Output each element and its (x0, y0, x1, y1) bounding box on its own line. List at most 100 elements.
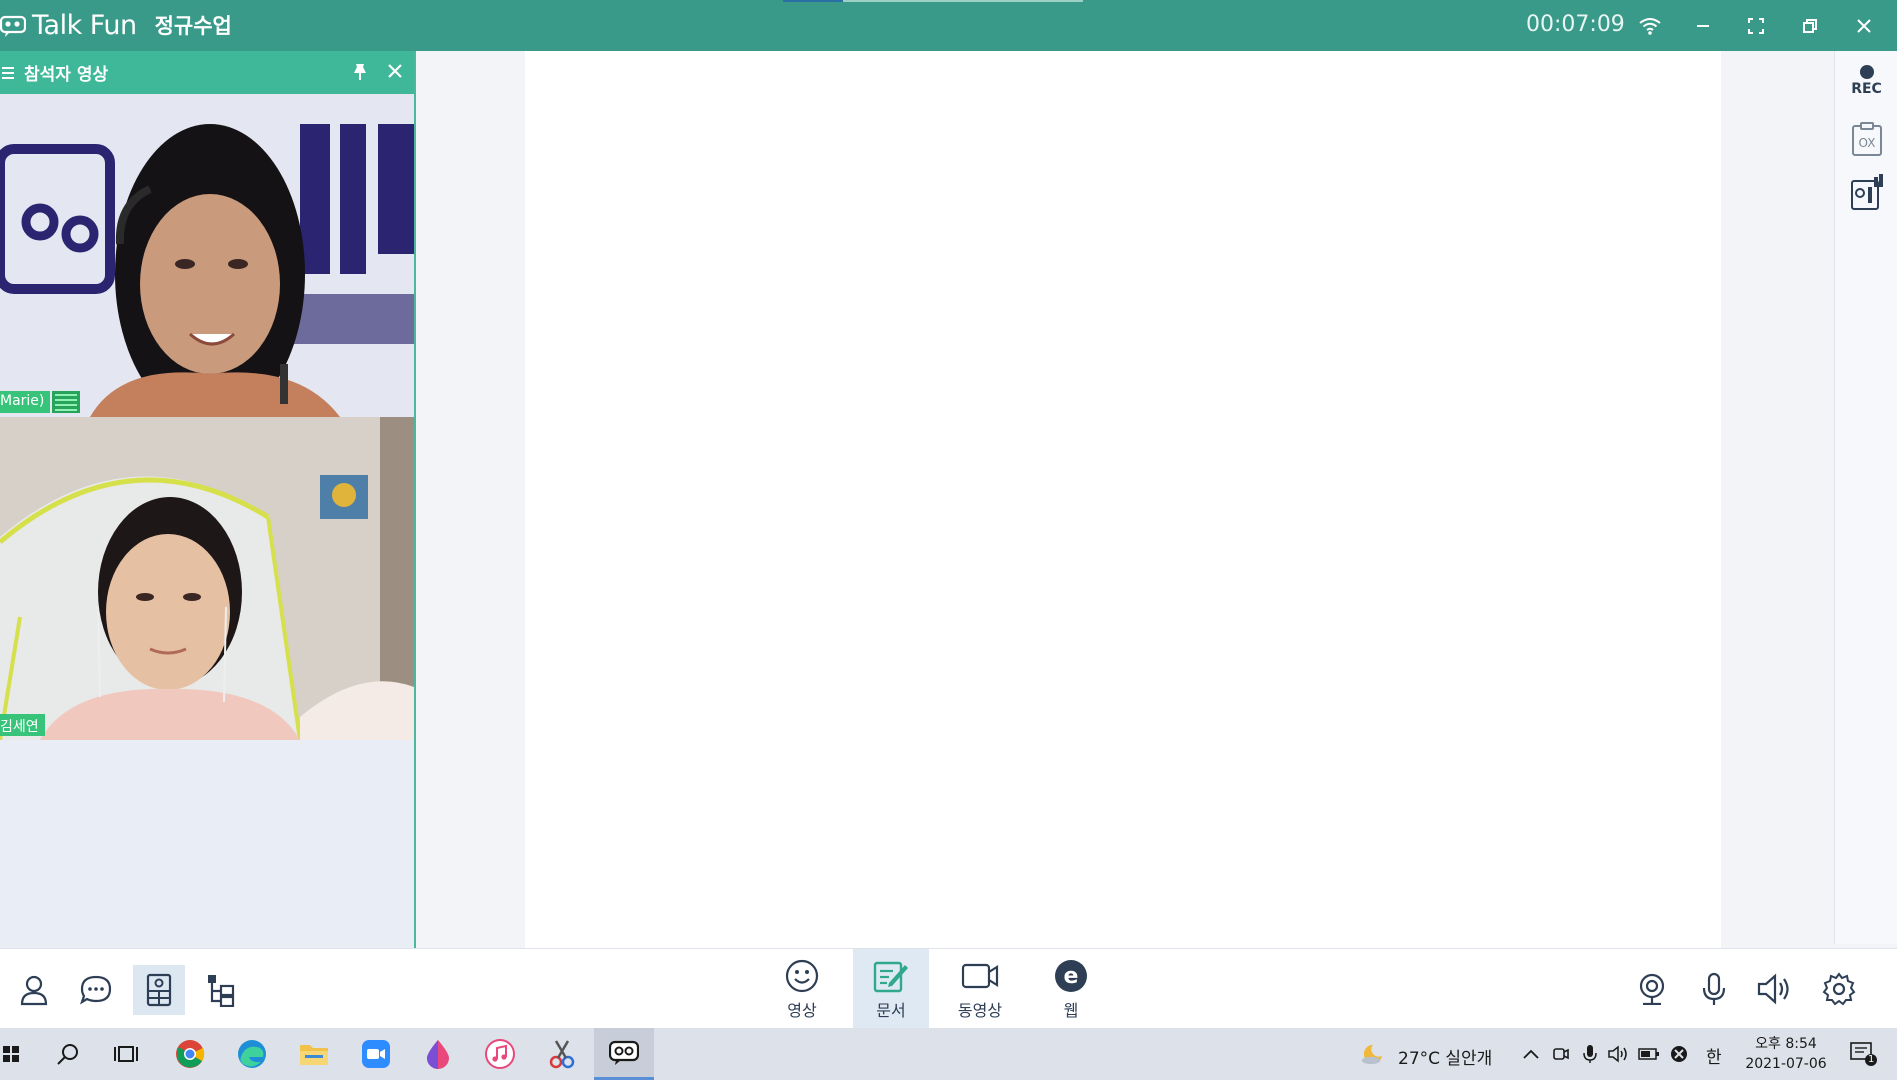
file-explorer-app[interactable] (284, 1028, 344, 1080)
document-mode-button[interactable]: 문서 (853, 949, 929, 1028)
ox-quiz-button[interactable]: OX (1835, 121, 1897, 157)
windows-taskbar: 27°C 실안개 한 오후 8:54 2021-07-06 1 (0, 1028, 1897, 1080)
smile-icon (785, 959, 819, 993)
droplet-icon (427, 1040, 449, 1069)
web-mode-label: 웹 (1063, 1001, 1079, 1020)
task-view-button[interactable] (96, 1028, 156, 1080)
speaker-icon (1757, 973, 1789, 1005)
chat-button[interactable] (70, 965, 122, 1015)
top-progress-hint (783, 0, 1083, 2)
weather-text[interactable]: 27°C 실안개 (1398, 1044, 1492, 1069)
ox-quiz-icon: OX (1851, 122, 1882, 156)
weather-moon-icon[interactable] (1360, 1042, 1384, 1066)
record-button[interactable]: REC (1835, 65, 1897, 97)
poll-chart-button[interactable] (1835, 173, 1897, 211)
teacher-video-image (0, 94, 414, 417)
chrome-app[interactable] (160, 1028, 220, 1080)
class-title: 정규수업 (154, 14, 232, 38)
panel-title: 참석자 영상 (24, 65, 109, 85)
snip-app[interactable] (532, 1028, 592, 1080)
pin-icon[interactable] (352, 63, 368, 81)
talkfun-taskbar-icon (609, 1040, 639, 1065)
edge-app[interactable] (222, 1028, 282, 1080)
minimize-button[interactable] (1690, 13, 1716, 39)
scissors-icon (549, 1040, 575, 1069)
itunes-app[interactable] (470, 1028, 530, 1080)
windows-start-icon (3, 1046, 19, 1062)
folder-icon (300, 1045, 328, 1065)
talkfun-app[interactable] (594, 1028, 654, 1080)
rec-label: REC (1851, 81, 1882, 97)
layout-button[interactable] (133, 965, 185, 1015)
movie-mode-button[interactable]: 동영상 (942, 949, 1018, 1028)
search-icon (57, 1044, 78, 1065)
volume-tray-icon[interactable] (1606, 1042, 1630, 1066)
record-icon (1859, 65, 1874, 79)
wifi-icon (1637, 13, 1663, 39)
bottom-toolbar: 영상 문서 동영상 e 웹 (0, 948, 1897, 1028)
video-camera-icon (961, 963, 999, 989)
zoom-icon (362, 1040, 390, 1068)
video-mode-label: 영상 (787, 1001, 817, 1020)
chat-icon (80, 975, 112, 1005)
tree-icon (208, 975, 235, 1007)
participant-video-2: 김세연 (0, 417, 414, 740)
whiteboard-page[interactable] (525, 51, 1721, 948)
participant-video-panel: 참석자 영상 Marie) 김세연 (0, 51, 416, 948)
document-mode-label: 문서 (876, 1001, 906, 1020)
session-timer: 00:07:09 (1526, 12, 1625, 37)
restore-button[interactable] (1797, 13, 1823, 39)
web-icon: e (1055, 960, 1087, 992)
participant-video-1: Marie) (0, 94, 414, 417)
battery-tray-icon[interactable] (1637, 1042, 1661, 1066)
brand-name: Talk Fun (32, 9, 137, 41)
movie-mode-label: 동영상 (957, 1001, 1003, 1020)
microphone-tray-icon[interactable] (1578, 1042, 1602, 1066)
network-error-tray-icon[interactable] (1667, 1042, 1691, 1066)
webcam-button[interactable] (1632, 969, 1672, 1009)
menu-icon[interactable] (0, 66, 18, 80)
document-icon (873, 961, 908, 993)
poll-chart-icon (1850, 174, 1883, 210)
right-toolbar: REC OX (1834, 51, 1897, 944)
talkfun-logo-icon (0, 15, 26, 37)
restore-icon (1803, 19, 1817, 33)
panel-header: 참석자 영상 (0, 51, 414, 94)
document-area (418, 51, 1832, 948)
fullscreen-button[interactable] (1743, 13, 1769, 39)
layout-icon (146, 973, 172, 1007)
student-video-image (0, 417, 414, 740)
ime-indicator[interactable]: 한 (1706, 1043, 1722, 1068)
music-icon (485, 1039, 515, 1069)
search-button[interactable] (38, 1028, 98, 1080)
tree-button[interactable] (196, 965, 248, 1015)
participant-name-tag: Marie) (0, 391, 51, 413)
panel-close-icon[interactable] (386, 62, 404, 80)
user-icon (20, 975, 48, 1006)
clock-date: 2021-07-06 (1745, 1056, 1827, 1072)
speaker-button[interactable] (1756, 969, 1796, 1009)
close-window-button[interactable] (1851, 13, 1877, 39)
microphone-button[interactable] (1694, 969, 1734, 1009)
drop-app[interactable] (408, 1028, 468, 1080)
app-logo: Talk Fun 정규수업 (0, 8, 232, 42)
participants-button[interactable] (8, 965, 60, 1015)
video-mode-button[interactable]: 영상 (764, 949, 840, 1028)
title-bar: Talk Fun 정규수업 00:07:09 (0, 0, 1897, 51)
svg-text:OX: OX (1858, 136, 1875, 150)
start-button[interactable] (0, 1028, 22, 1080)
webcam-icon (1639, 973, 1665, 1005)
system-clock[interactable]: 오후 8:54 2021-07-06 (1738, 1034, 1834, 1074)
settings-button[interactable] (1819, 969, 1859, 1009)
minimize-icon (1697, 25, 1709, 27)
clock-time: 오후 8:54 (1755, 1036, 1817, 1052)
camera-tray-icon[interactable] (1549, 1042, 1573, 1066)
svg-text:e: e (1064, 964, 1079, 989)
zoom-app[interactable] (346, 1028, 406, 1080)
web-mode-button[interactable]: e 웹 (1033, 949, 1109, 1028)
chevron-up-icon[interactable] (1519, 1042, 1543, 1066)
notification-count: 1 (1868, 1054, 1875, 1065)
task-view-icon (114, 1046, 138, 1062)
notification-button[interactable]: 1 (1846, 1042, 1882, 1066)
settings-icon (1822, 972, 1856, 1006)
